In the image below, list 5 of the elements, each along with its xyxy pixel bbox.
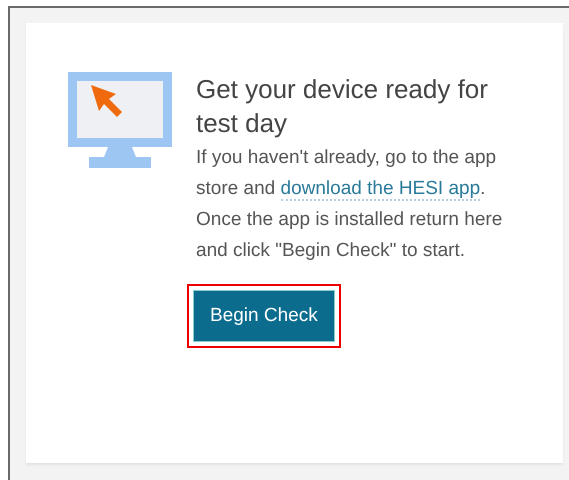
download-link[interactable]: download the HESI app xyxy=(280,178,480,201)
monitor-icon xyxy=(68,72,172,168)
begin-check-button[interactable]: Begin Check xyxy=(193,290,335,342)
instructions-text: If you haven't already, go to the app store and download the HESI app. Once the app is installed return here and click "Begin Check" to start. xyxy=(196,146,504,263)
card-title: Get your device ready for test day xyxy=(196,73,489,140)
